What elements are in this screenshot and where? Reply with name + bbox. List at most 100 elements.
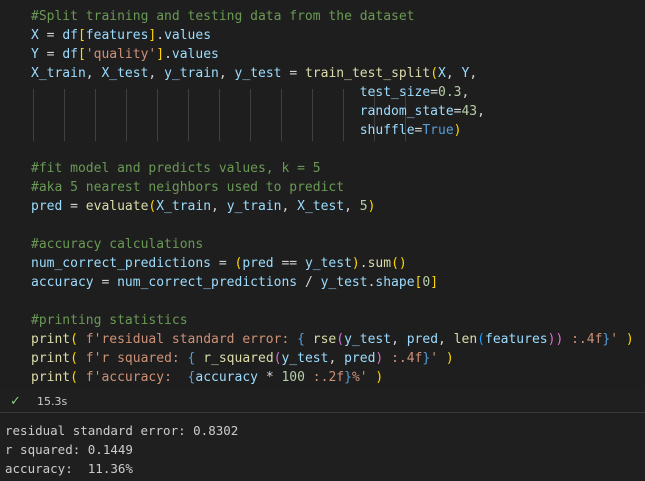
code-token: #Split training and testing data from th…	[31, 9, 415, 24]
code-token: values	[164, 28, 212, 43]
code-token: )	[375, 370, 384, 385]
code-token: :.4f	[563, 332, 603, 347]
code-token: ()	[391, 256, 407, 271]
code-line[interactable]: #printing statistics	[31, 311, 634, 330]
check-icon: ✓	[10, 394, 21, 409]
code-token: random_state	[359, 104, 454, 119]
code-token: 0.3	[438, 85, 462, 100]
code-token: ,	[477, 104, 485, 119]
code-line[interactable]: #fit model and predicts values, k = 5	[31, 159, 634, 178]
code-token: =	[281, 66, 305, 81]
code-line[interactable]: X_train, X_test, y_train, y_test = train…	[31, 64, 634, 83]
code-line[interactable]: #Split training and testing data from th…	[31, 7, 634, 26]
cell-output: residual standard error: 0.8302 r squared…	[5, 421, 238, 478]
code-token: :.2f	[304, 370, 345, 385]
code-token: (	[70, 370, 86, 385]
code-editor[interactable]: #Split training and testing data from th…	[31, 7, 634, 387]
code-line[interactable]: X = df[features].values	[31, 26, 634, 45]
code-token: 43	[461, 104, 478, 119]
code-token: 'quality'	[85, 47, 157, 62]
code-token: y_test	[344, 332, 392, 347]
code-line[interactable]: random_state=43,	[31, 102, 634, 121]
code-cell[interactable]: #Split training and testing data from th…	[0, 0, 645, 388]
code-token: ,	[344, 199, 360, 214]
code-token: sum	[367, 256, 392, 271]
code-token: #aka 5 nearest neighbors used to predict	[31, 180, 345, 195]
code-line[interactable]: num_correct_predictions = (pred == y_tes…	[31, 254, 634, 273]
code-token: )	[445, 351, 454, 366]
output-line: accuracy: 11.36%	[5, 461, 133, 476]
code-line[interactable]	[31, 292, 634, 311]
code-token: ,	[461, 85, 470, 100]
code-token: .	[156, 28, 165, 43]
execution-time: 15.3s	[37, 395, 68, 408]
code-line[interactable]: shuffle=True)	[31, 121, 634, 140]
code-token: ))	[547, 332, 564, 347]
code-line[interactable]: #accuracy calculations	[31, 235, 634, 254]
code-token: r_squared	[203, 351, 274, 366]
code-token: pred	[406, 332, 439, 347]
code-line[interactable]: print( f'accuracy: {accuracy * 100 :.2f}…	[31, 368, 634, 387]
code-token: '	[430, 351, 446, 366]
code-line[interactable]: #aka 5 nearest neighbors used to predict	[31, 178, 634, 197]
code-token: features	[485, 332, 548, 347]
code-token: X_train	[31, 66, 86, 81]
code-token: %'	[351, 370, 376, 385]
code-line[interactable]: print( f'residual standard error: { rse(…	[31, 330, 634, 349]
code-token: )	[351, 256, 360, 271]
code-token: rse	[312, 332, 337, 347]
code-token: X_train	[156, 199, 212, 214]
code-token: ,	[328, 351, 345, 366]
code-token: train_test_split	[304, 66, 431, 81]
code-token: ,	[85, 66, 102, 81]
code-token: =	[211, 256, 235, 271]
code-token: [	[77, 47, 86, 62]
code-token: X	[31, 28, 39, 43]
code-token: )	[367, 199, 376, 214]
code-token: pred	[31, 199, 63, 214]
code-token: shape	[375, 275, 415, 290]
code-token: df	[62, 47, 78, 62]
code-token: num_correct_predictions	[117, 275, 298, 290]
code-token: features	[85, 28, 149, 43]
code-token: #fit model and predicts values, k = 5	[31, 161, 321, 176]
output-line: r squared: 0.1449	[5, 442, 133, 457]
code-token: X	[438, 66, 446, 81]
code-token: :.4f	[383, 351, 423, 366]
code-token: num_correct_predictions	[31, 256, 212, 271]
code-line[interactable]: accuracy = num_correct_predictions / y_t…	[31, 273, 634, 292]
code-line[interactable]: test_size=0.3,	[31, 83, 634, 102]
code-token: {	[297, 332, 313, 347]
code-token: (	[336, 332, 345, 347]
code-token: y_test	[281, 351, 329, 366]
code-line[interactable]: pred = evaluate(X_train, y_train, X_test…	[31, 197, 634, 216]
code-line[interactable]	[31, 216, 634, 235]
code-token: {	[187, 351, 204, 366]
code-token: (	[70, 351, 86, 366]
code-token: }	[344, 370, 352, 385]
code-token: #printing statistics	[31, 313, 188, 328]
code-token: print	[31, 351, 71, 366]
code-token: )	[625, 332, 634, 347]
code-token: [	[77, 28, 86, 43]
code-token: )	[453, 123, 462, 138]
code-line[interactable]: Y = df['quality'].values	[31, 45, 634, 64]
code-token: y_train	[164, 66, 219, 81]
code-token: Y	[31, 47, 39, 62]
code-token: print	[31, 370, 71, 385]
code-token: 100	[281, 370, 305, 385]
code-token: len	[453, 332, 478, 347]
code-token: X_test	[297, 199, 345, 214]
code-line[interactable]: print( f'r squared: { r_squared(y_test, …	[31, 349, 634, 368]
code-token: ,	[148, 66, 165, 81]
output-line: residual standard error: 0.8302	[5, 423, 239, 438]
code-token: (	[477, 332, 485, 347]
cell-status-bar: ✓ 15.3s	[0, 393, 645, 411]
code-token: .	[359, 256, 368, 271]
code-token: print	[31, 332, 71, 347]
code-line[interactable]	[31, 140, 634, 159]
code-token: df	[62, 28, 78, 43]
code-token: ==	[273, 256, 305, 271]
code-token: ,	[218, 66, 235, 81]
